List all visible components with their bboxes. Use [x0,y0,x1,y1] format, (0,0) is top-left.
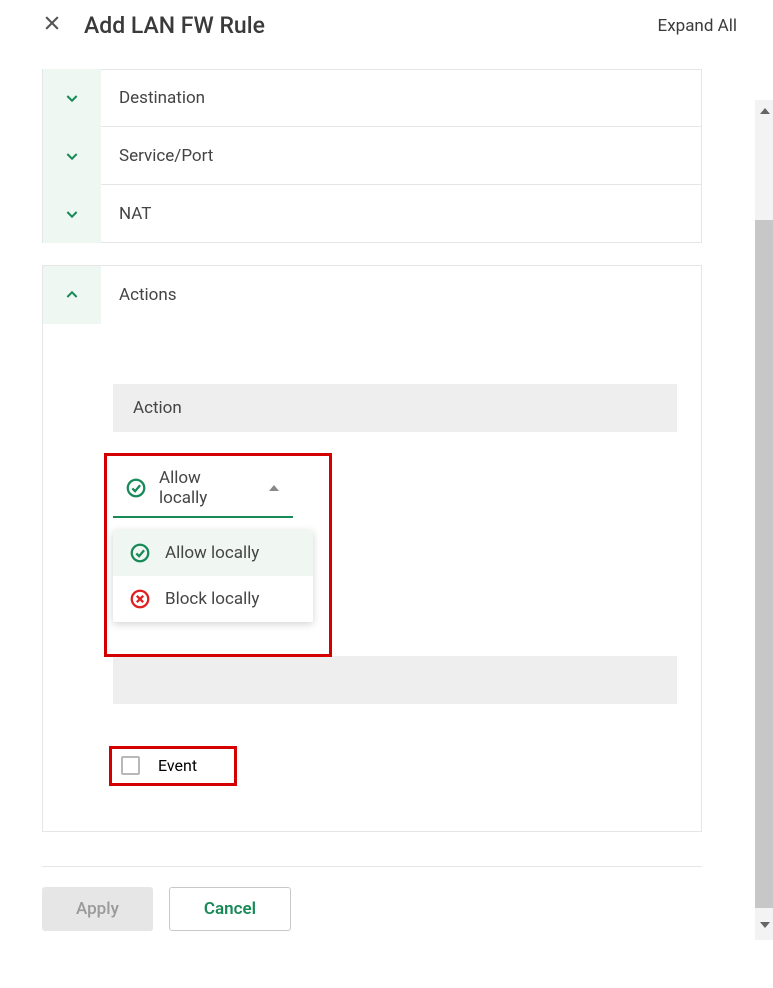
action-heading: Action [113,384,677,432]
chevron-down-icon [43,127,101,185]
modal-body: Destination Service/Port NAT Actions [0,51,730,867]
event-checkbox-row[interactable]: Event [113,750,207,781]
section-label: Actions [119,285,177,305]
button-label: Cancel [204,899,256,919]
expand-all-button[interactable]: Expand All [658,16,737,36]
caret-up-icon [269,485,279,491]
allow-check-icon [129,542,151,564]
action-dropdown[interactable]: Allow locally [113,460,293,518]
modal-footer: Apply Cancel [0,867,773,931]
modal-header: Add LAN FW Rule Expand All [0,0,773,51]
modal-title: Add LAN FW Rule [84,12,658,39]
action-dropdown-wrap: Allow locally Allow locally Block locall… [113,460,345,518]
divider [42,866,702,867]
section-actions-header[interactable]: Actions [43,266,701,324]
section-label: Service/Port [119,146,213,166]
dropdown-option-allow[interactable]: Allow locally [113,530,313,576]
event-checkbox[interactable] [121,756,140,775]
dropdown-selected: Allow locally [125,468,229,509]
section-service-port[interactable]: Service/Port [42,127,702,185]
event-label: Event [158,756,197,775]
section-destination[interactable]: Destination [42,69,702,127]
spacer [42,243,730,265]
action-dropdown-menu: Allow locally Block locally [113,530,313,622]
block-x-icon [129,588,151,610]
chevron-up-icon [43,266,101,324]
secondary-heading-bar [113,656,677,704]
cancel-button[interactable]: Cancel [169,887,291,931]
allow-check-icon [125,477,147,499]
close-icon[interactable] [42,13,62,38]
section-label: Destination [119,88,205,108]
button-label: Apply [76,899,119,919]
option-label: Allow locally [165,543,259,563]
chevron-down-icon [43,69,101,127]
scroll-up-icon[interactable] [760,108,770,114]
dropdown-option-block[interactable]: Block locally [113,576,313,622]
add-lan-fw-rule-modal: Add LAN FW Rule Expand All Destination S… [0,0,773,988]
scroll-down-icon[interactable] [760,922,770,928]
section-actions-panel: Actions Action Allow locally Al [42,265,702,832]
dropdown-selected-label: Allow locally [159,468,229,509]
chevron-down-icon [43,185,101,243]
section-nat[interactable]: NAT [42,185,702,243]
apply-button[interactable]: Apply [42,887,153,931]
action-heading-text: Action [133,398,182,418]
scrollbar-thumb[interactable] [755,220,773,908]
section-label: NAT [119,204,151,224]
option-label: Block locally [165,589,259,609]
